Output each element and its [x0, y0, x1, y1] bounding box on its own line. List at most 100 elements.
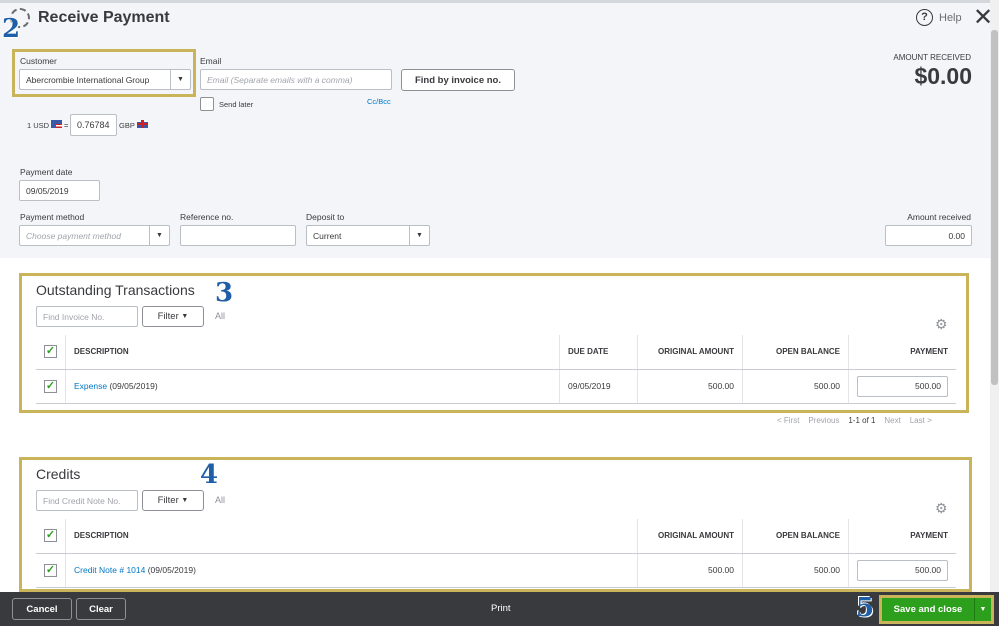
- clear-button[interactable]: Clear: [76, 598, 126, 620]
- find-by-invoice-button[interactable]: Find by invoice no.: [401, 69, 515, 91]
- deposit-to-select[interactable]: Current ▼: [306, 225, 430, 246]
- transaction-link[interactable]: Expense: [74, 381, 107, 391]
- customer-label: Customer: [20, 56, 57, 66]
- row-checkbox[interactable]: ✓: [44, 563, 57, 577]
- select-all-checkbox[interactable]: ✓: [44, 529, 57, 543]
- form-header-area: [0, 0, 990, 258]
- transaction-date: (09/05/2019): [107, 381, 158, 391]
- original-amount: 500.00: [637, 369, 743, 404]
- annotation-4: 4: [200, 460, 219, 490]
- payment-value: 500.00: [915, 381, 941, 391]
- email-input[interactable]: Email (Separate emails with a comma): [200, 69, 392, 90]
- select-all-checkbox[interactable]: ✓: [44, 345, 57, 359]
- filter-label: Filter: [157, 495, 179, 506]
- caret-down-icon: ▼: [181, 497, 189, 504]
- row-checkbox[interactable]: ✓: [44, 379, 57, 393]
- table-header-row: ✓ DESCRIPTION ORIGINAL AMOUNT OPEN BALAN…: [36, 519, 956, 554]
- due-date: 09/05/2019: [559, 369, 638, 404]
- payment-method-placeholder: Choose payment method: [26, 230, 121, 241]
- exchange-to: GBP: [119, 121, 135, 130]
- send-later-checkbox[interactable]: [200, 97, 214, 111]
- page-title: Receive Payment: [38, 9, 170, 26]
- open-balance: 500.00: [742, 369, 849, 404]
- col-due-date: DUE DATE: [559, 335, 638, 370]
- payment-value: 500.00: [915, 565, 941, 575]
- amount-received-field-label: Amount received: [907, 212, 971, 222]
- find-invoice-placeholder: Find Invoice No.: [43, 311, 105, 322]
- payment-method-label: Payment method: [20, 212, 85, 222]
- col-payment: PAYMENT: [848, 519, 956, 554]
- payment-date-value: 09/05/2019: [26, 185, 69, 196]
- payment-method-select[interactable]: Choose payment method ▼: [19, 225, 170, 246]
- credits-filter-all: All: [215, 495, 226, 505]
- col-original-amount: ORIGINAL AMOUNT: [637, 335, 743, 370]
- help-link[interactable]: Help: [939, 12, 962, 24]
- col-original-amount: ORIGINAL AMOUNT: [637, 519, 743, 554]
- find-credit-input[interactable]: Find Credit Note No.: [36, 490, 138, 511]
- pager-previous[interactable]: Previous: [808, 416, 839, 425]
- table-row: ✓ Credit Note # 1014 (09/05/2019) 500.00…: [36, 553, 956, 588]
- payment-date-input[interactable]: 09/05/2019: [19, 180, 100, 201]
- open-balance: 500.00: [742, 553, 849, 588]
- cancel-button[interactable]: Cancel: [12, 598, 72, 620]
- pager-next[interactable]: Next: [884, 416, 900, 425]
- col-open-balance: OPEN BALANCE: [742, 519, 849, 554]
- outstanding-filter-button[interactable]: Filter ▼: [142, 306, 204, 327]
- uk-flag-icon: [137, 120, 148, 128]
- exchange-rate-input[interactable]: 0.76784: [70, 114, 117, 136]
- outstanding-table: ✓ DESCRIPTION DUE DATE ORIGINAL AMOUNT O…: [36, 335, 956, 404]
- caret-down-icon: ▼: [181, 313, 189, 320]
- reference-label: Reference no.: [180, 212, 234, 222]
- save-options-dropdown[interactable]: ▼: [974, 598, 991, 621]
- credits-title: Credits: [36, 466, 81, 482]
- col-open-balance: OPEN BALANCE: [742, 335, 849, 370]
- col-description: DESCRIPTION: [65, 335, 560, 370]
- outstanding-filter-all: All: [215, 311, 226, 321]
- deposit-to-label: Deposit to: [306, 212, 345, 222]
- print-button[interactable]: Print: [491, 603, 511, 614]
- exchange-equals: =: [64, 121, 69, 130]
- save-and-close-button[interactable]: Save and close: [882, 598, 974, 621]
- settings-gear-icon[interactable]: ⚙: [935, 316, 948, 333]
- pager-last[interactable]: Last >: [910, 416, 932, 425]
- reference-input[interactable]: [180, 225, 296, 246]
- amount-received-value: $0.00: [914, 63, 972, 89]
- customer-select[interactable]: Abercrombie International Group ▼: [19, 69, 191, 90]
- original-amount: 500.00: [637, 553, 743, 588]
- find-invoice-input[interactable]: Find Invoice No.: [36, 306, 138, 327]
- pager-range: 1-1 of 1: [848, 416, 876, 425]
- col-payment: PAYMENT: [848, 335, 956, 370]
- payment-input[interactable]: 500.00: [857, 375, 948, 397]
- scrollbar-thumb[interactable]: [991, 30, 998, 385]
- credits-filter-button[interactable]: Filter ▼: [142, 490, 204, 511]
- payment-date-label: Payment date: [20, 167, 73, 177]
- credits-table: ✓ DESCRIPTION ORIGINAL AMOUNT OPEN BALAN…: [36, 519, 956, 588]
- send-later-label: Send later: [219, 100, 254, 109]
- amount-received-input[interactable]: 0.00: [885, 225, 972, 246]
- table-row: ✓ Expense (09/05/2019) 09/05/2019 500.00…: [36, 369, 956, 404]
- email-placeholder: Email (Separate emails with a comma): [207, 74, 353, 85]
- top-border: [0, 0, 990, 3]
- exchange-rate-value: 0.76784: [77, 120, 110, 130]
- cc-bcc-link[interactable]: Cc/Bcc: [367, 97, 391, 106]
- exchange-from: 1 USD: [27, 121, 50, 130]
- settings-gear-icon[interactable]: ⚙: [935, 500, 948, 517]
- annotation-3: 3: [215, 278, 234, 308]
- annotation-5: 5: [856, 593, 875, 623]
- table-header-row: ✓ DESCRIPTION DUE DATE ORIGINAL AMOUNT O…: [36, 335, 956, 370]
- pager-first[interactable]: < First: [777, 416, 799, 425]
- pager: < First Previous 1-1 of 1 Next Last >: [777, 416, 932, 425]
- help-icon[interactable]: ?: [916, 9, 933, 26]
- deposit-to-value: Current: [313, 230, 342, 241]
- amount-received-field-value: 0.00: [948, 230, 965, 241]
- chevron-down-icon: ▼: [409, 226, 429, 245]
- outstanding-title: Outstanding Transactions: [36, 282, 195, 298]
- us-flag-icon: [51, 120, 62, 128]
- amount-received-label: AMOUNT RECEIVED: [893, 53, 971, 62]
- credit-note-link[interactable]: Credit Note # 1014: [74, 565, 145, 575]
- col-description: DESCRIPTION: [65, 519, 638, 554]
- credit-date: (09/05/2019): [145, 565, 196, 575]
- filter-label: Filter: [157, 311, 179, 322]
- payment-input[interactable]: 500.00: [857, 559, 948, 581]
- annotation-2: 2: [2, 14, 21, 44]
